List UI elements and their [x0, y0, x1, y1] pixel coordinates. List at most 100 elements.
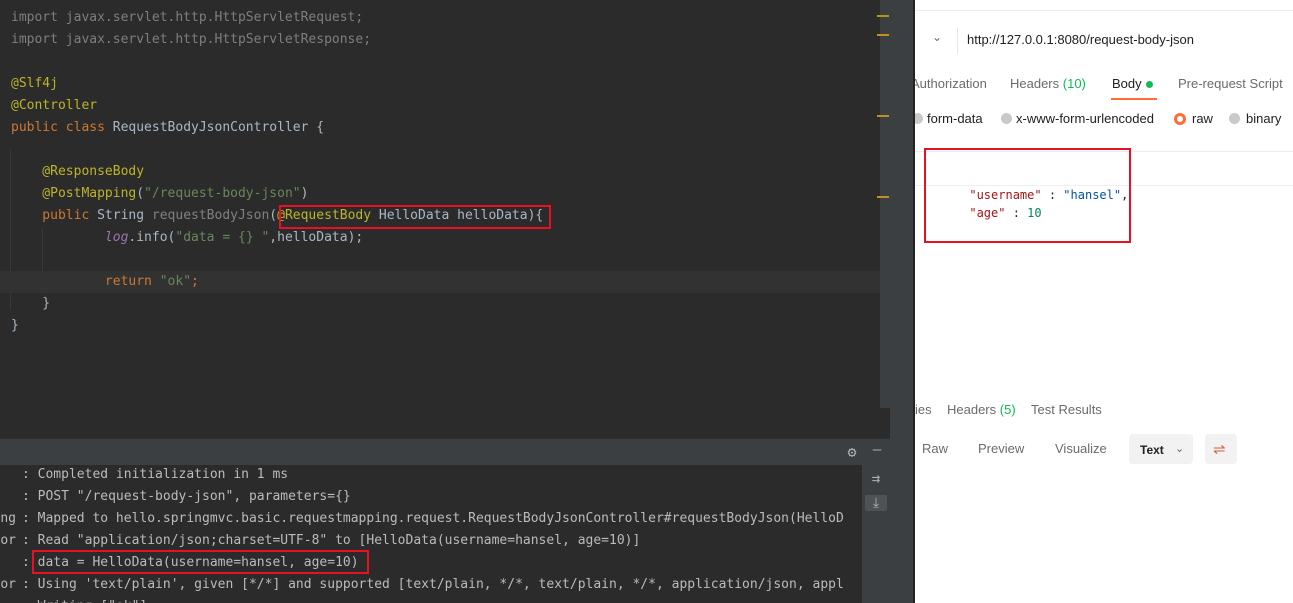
- method-chevron-icon[interactable]: ⌄: [932, 30, 942, 44]
- code-token: public: [11, 208, 98, 223]
- view-raw-button[interactable]: Raw: [922, 441, 948, 456]
- console-line-text: : POST "/request-body-json", parameters=…: [22, 489, 351, 504]
- postman-pane: ⌄ http://127.0.0.1:8080/request-body-jso…: [915, 0, 1293, 603]
- code-line-text: public String requestBodyJson(@RequestBo…: [11, 205, 543, 227]
- radio-form-data[interactable]: [915, 113, 923, 124]
- code-line-text: @ResponseBody: [11, 161, 144, 183]
- body-editor-border: [915, 151, 1293, 152]
- radio-raw-label[interactable]: raw: [1192, 111, 1213, 126]
- code-line-text: import javax.servlet.http.HttpServletReq…: [11, 7, 363, 29]
- code-line[interactable]: log.info("data = {} ",helloData);: [0, 227, 886, 249]
- code-line[interactable]: import javax.servlet.http.HttpServletReq…: [0, 7, 886, 29]
- url-divider: [957, 28, 958, 54]
- tab-headers-count: (10): [1062, 76, 1086, 91]
- json-separator: :: [1005, 206, 1028, 220]
- tab-body-underline: [1111, 98, 1157, 100]
- tab-body[interactable]: Body: [1112, 76, 1153, 91]
- tab-response-cookies[interactable]: ies: [915, 402, 932, 417]
- code-token: (: [269, 208, 278, 223]
- code-token: log: [104, 230, 129, 245]
- radio-urlencoded-label[interactable]: x-www-form-urlencoded: [1016, 111, 1154, 126]
- wrap-lines-icon: ⇌: [1213, 441, 1226, 458]
- code-editor[interactable]: import javax.servlet.http.HttpServletReq…: [0, 0, 890, 438]
- code-line-text: @PostMapping("/request-body-json"): [11, 183, 308, 205]
- radio-binary-label[interactable]: binary: [1246, 111, 1281, 126]
- radio-binary[interactable]: [1229, 113, 1240, 124]
- code-line[interactable]: @PostMapping("/request-body-json"): [0, 183, 886, 205]
- tab-prerequest-script[interactable]: Pre-request Script: [1178, 76, 1283, 91]
- code-line[interactable]: return "ok";: [0, 271, 886, 293]
- code-token: @PostMapping: [11, 186, 137, 201]
- code-token: HelloData helloData){: [378, 208, 544, 223]
- radio-urlencoded[interactable]: [1001, 113, 1012, 124]
- code-line-text: }: [11, 293, 50, 315]
- code-token: @RequestBody: [277, 208, 379, 223]
- code-line[interactable]: }: [0, 293, 886, 315]
- settings-icon[interactable]: ⚙: [841, 443, 863, 461]
- code-token: "data = {} ": [175, 230, 270, 245]
- code-line[interactable]: @Slf4j: [0, 73, 886, 95]
- console-line-text: : Read "application/json;charset=UTF-8" …: [22, 533, 641, 548]
- soft-wrap-icon[interactable]: ⇉: [865, 471, 887, 487]
- json-key-age: "age": [969, 206, 1006, 220]
- scroll-marker: [877, 196, 889, 198]
- console-line-text: : Mapped to hello.springmvc.basic.reques…: [22, 511, 844, 526]
- tab-headers-label: Headers: [1010, 76, 1060, 91]
- code-token: ,helloData);: [269, 230, 364, 245]
- code-line-text: @Slf4j: [11, 73, 58, 95]
- json-value-age: 10: [1027, 206, 1042, 220]
- tab-response-headers[interactable]: Headers (5): [947, 402, 1016, 417]
- format-select[interactable]: Text ⌄: [1129, 434, 1193, 464]
- code-token: import javax.servlet.http.HttpServletReq…: [11, 10, 364, 25]
- scroll-marker: [877, 34, 889, 36]
- editor-scrollbar[interactable]: [880, 0, 890, 408]
- code-token: (: [136, 186, 145, 201]
- console-line-prefix: or: [0, 533, 16, 548]
- tab-test-results[interactable]: Test Results: [1031, 402, 1102, 417]
- radio-raw[interactable]: [1174, 113, 1186, 125]
- code-line-text: import javax.servlet.http.HttpServletRes…: [11, 29, 371, 51]
- minimize-icon[interactable]: —: [866, 442, 888, 458]
- run-console-header: ⚙ —: [0, 438, 890, 466]
- run-console[interactable]: : Completed initialization in 1 ms : POST…: [0, 465, 862, 603]
- code-line[interactable]: public class RequestBodyJsonController {: [0, 117, 886, 139]
- ide-side-strip: [890, 0, 913, 603]
- code-line[interactable]: @Controller: [0, 95, 886, 117]
- console-line-text: : Completed initialization in 1 ms: [22, 467, 289, 482]
- code-line[interactable]: import javax.servlet.http.HttpServletRes…: [0, 29, 886, 51]
- tab-headers[interactable]: Headers (10): [1010, 76, 1086, 91]
- console-line-text: : Writing ["ok"]: [22, 596, 147, 603]
- json-value-username: "hansel": [1063, 188, 1122, 202]
- code-line[interactable]: [0, 249, 886, 271]
- postman-top-edge: [915, 0, 1293, 11]
- json-body-editor[interactable]: "username" : "hansel", "age" : 10: [915, 168, 1293, 228]
- tab-authorization[interactable]: Authorization: [915, 76, 987, 91]
- view-visualize-button[interactable]: Visualize: [1055, 441, 1107, 456]
- request-tabs: Authorization Headers (10) Body Pre-requ…: [915, 72, 1293, 102]
- code-line[interactable]: public String requestBodyJson(@RequestBo…: [0, 205, 886, 227]
- url-input[interactable]: http://127.0.0.1:8080/request-body-json: [967, 32, 1194, 47]
- wrap-lines-button[interactable]: ⇌: [1205, 434, 1237, 464]
- scroll-to-end-icon[interactable]: ⤓: [865, 495, 887, 511]
- code-token: ;: [191, 274, 199, 289]
- code-token: import javax.servlet.http.HttpServletRes…: [11, 32, 372, 47]
- code-line[interactable]: @ResponseBody: [0, 161, 886, 183]
- console-line-prefix: or: [0, 577, 16, 592]
- code-line[interactable]: [0, 139, 886, 161]
- tab-body-label: Body: [1112, 76, 1142, 91]
- code-line[interactable]: }: [0, 315, 886, 337]
- code-line-text: @Controller: [11, 95, 97, 117]
- radio-form-data-label[interactable]: form-data: [927, 111, 983, 126]
- response-view-bar: Raw Preview Visualize Text ⌄ ⇌: [915, 432, 1293, 468]
- code-line[interactable]: [0, 51, 886, 73]
- console-line-text: : data = HelloData(username=hansel, age=…: [22, 555, 359, 570]
- chevron-down-icon: ⌄: [1175, 443, 1185, 455]
- json-separator: :: [1041, 188, 1064, 202]
- code-token: "/request-body-json": [144, 186, 301, 201]
- code-token: @Slf4j: [11, 76, 58, 91]
- code-line-text: }: [11, 315, 19, 337]
- view-preview-button[interactable]: Preview: [978, 441, 1024, 456]
- url-bar: ⌄ http://127.0.0.1:8080/request-body-jso…: [915, 24, 1293, 58]
- scroll-marker: [877, 15, 889, 17]
